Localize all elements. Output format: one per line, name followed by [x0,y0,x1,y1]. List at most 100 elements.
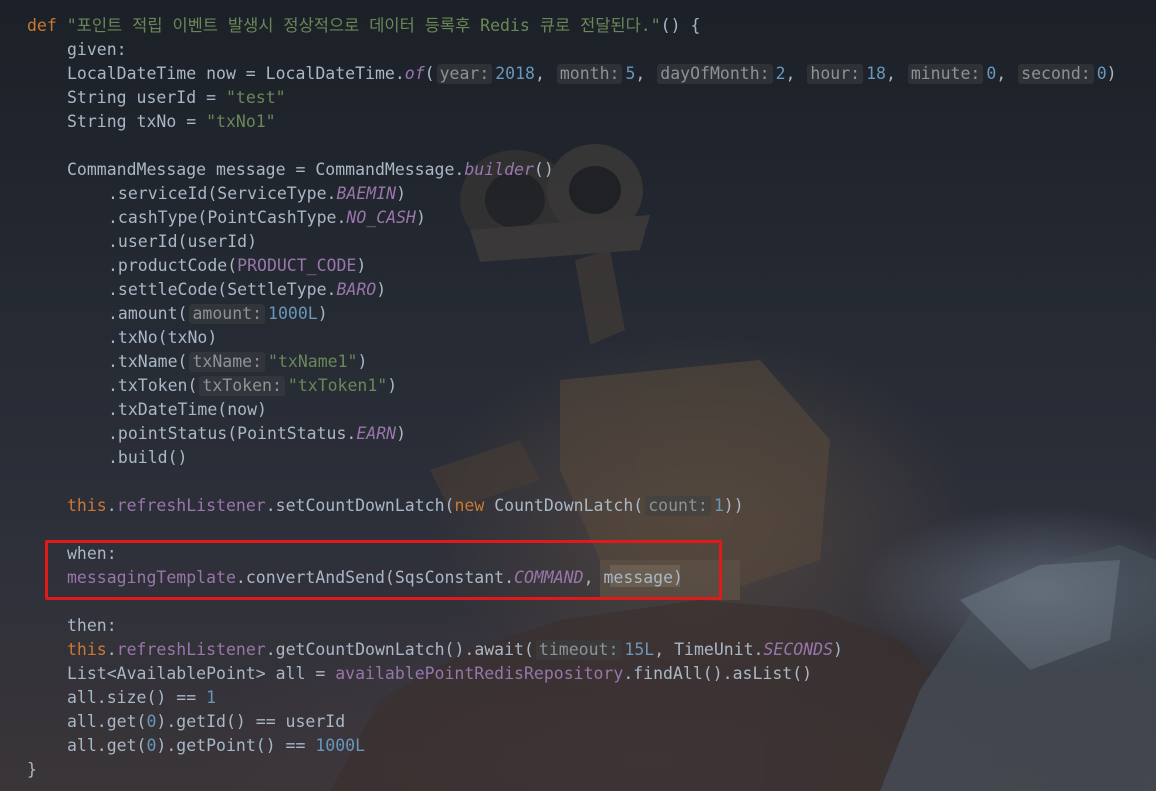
code-line-userid: String userId = "test" [67,86,286,110]
txname-call: .txName( [108,352,188,371]
txdatetime-call: .txDateTime(now) [108,400,267,419]
code-line-txno: String txNo = "txNo1" [67,110,276,134]
dot: . [106,640,117,659]
build-call: .build() [108,448,188,467]
keyword-new: new [454,496,485,515]
field-refresh-listener: refreshListener [116,496,266,515]
close-paren: ) [387,376,398,395]
set-latch-call: .setCountDownLatch( [265,496,455,515]
code-line-settlecode: .settleCode(SettleType.BARO) [108,278,386,302]
const-product-code: PRODUCT_CODE [237,256,357,275]
test-method-name: "포인트 적립 이벤트 발생시 정상적으로 데이터 등록후 Redis 큐로 전… [66,16,661,35]
value-timeout: 15L [624,640,655,659]
serviceid-call: .serviceId(ServiceType. [108,184,337,203]
value-txname: "txName1" [268,352,358,371]
value-year: 2018 [495,64,535,83]
comma: , [885,64,896,83]
const-earn: EARN [356,424,397,443]
const-seconds: SECONDS [763,640,834,659]
countdown-constructor: CountDownLatch( [484,496,644,515]
code-line-productcode: .productCode(PRODUCT_CODE) [108,254,366,278]
code-line-build: .build() [108,446,187,470]
param-hint-month: month: [556,64,623,84]
close-paren: ) [357,352,368,371]
close-paren: ) [396,424,407,443]
param-hint-txtoken: txToken: [199,376,285,396]
value-index: 0 [146,736,157,755]
param-hint-year: year: [436,64,493,84]
value-hour: 18 [866,64,886,83]
close-paren: ) [833,640,843,659]
code-line-set-latch: this.refreshListener.setCountDownLatch(n… [67,494,744,518]
keyword-this: this [67,640,107,659]
const-baemin: BAEMIN [336,184,397,203]
value-txtoken: "txToken1" [287,376,388,395]
now-declaration: LocalDateTime now = LocalDateTime. [67,64,405,83]
field-refresh-listener: refreshListener [116,640,266,659]
code-line-pointstatus: .pointStatus(PointStatus.EARN) [108,422,406,446]
close-paren: ) [396,184,407,203]
method-builder: builder [464,160,534,179]
userid-declaration: String userId = [67,88,226,107]
code-line-list: List<AvailablePoint> all = availablePoin… [67,662,812,686]
code-line-txtoken: .txToken(txToken: "txToken1") [108,374,397,398]
code-line-given: given: [67,38,127,62]
get-latch-await-call: .getCountDownLatch().await( [265,640,534,659]
comma: , [535,64,545,83]
userid-call: .userId(userId) [108,232,258,251]
dot: . [106,496,117,515]
value-month: 5 [625,64,636,83]
given-label: given: [67,40,127,59]
txno-value: "txNo1" [206,112,276,131]
value-count: 1 [713,496,724,515]
message-declaration: CommandMessage message = CommandMessage. [67,160,465,179]
param-hint-timeout: timeout: [535,640,622,660]
param-hint-second: second: [1018,64,1094,84]
const-baro: BARO [336,280,377,299]
getid-check: ).getId() == userId [156,712,346,731]
txno-call: .txNo(txNo) [108,328,218,347]
param-hint-amount: amount: [189,304,266,324]
amount-call: .amount( [108,304,188,323]
code-line-amount: .amount(amount: 1000L) [108,302,328,326]
param-hint-day: dayOfMonth: [657,64,773,84]
get-call: all.get( [67,736,147,755]
close-paren: ) [1106,64,1117,83]
code-line-size: all.size() == 1 [67,686,216,710]
parens: () [533,160,554,179]
close-paren: ) [356,256,367,275]
then-label: then: [67,616,117,635]
keyword-def: def [27,16,57,35]
param-hint-minute: minute: [907,64,984,84]
settlecode-call: .settleCode(SettleType. [108,280,337,299]
code-line-txdatetime: .txDateTime(now) [108,398,267,422]
code-line-txname: .txName(txName: "txName1") [108,350,367,374]
code-line-close: } [27,758,37,782]
double-close-paren: )) [723,496,744,515]
param-hint-hour: hour: [807,64,864,84]
productcode-call: .productCode( [108,256,238,275]
get-call: all.get( [67,712,147,731]
txno-declaration: String txNo = [67,112,207,131]
code-line-getid: all.get(0).getId() == userId [67,710,345,734]
code-editor[interactable]: def "포인트 적립 이벤트 발생시 정상적으로 데이터 등록후 Redis … [0,0,1156,791]
find-all-call: .findAll().asList() [623,664,813,683]
param-hint-count: count: [645,496,711,516]
code-line-message: CommandMessage message = CommandMessage.… [67,158,554,182]
code-line-now: LocalDateTime now = LocalDateTime.of(yea… [67,62,1117,86]
paren: ( [424,64,435,83]
pointstatus-call: .pointStatus(PointStatus. [108,424,357,443]
code-line-getpoint: all.get(0).getPoint() == 1000L [67,734,365,758]
list-declaration: List<AvailablePoint> all = [67,664,336,683]
value-size: 1 [206,688,217,707]
value-day: 2 [775,64,786,83]
keyword-this: this [67,496,107,515]
cashtype-call: .cashType(PointCashType. [108,208,347,227]
method-of: of [404,64,425,83]
code-area[interactable]: def "포인트 적립 이벤트 발생시 정상적으로 데이터 등록후 Redis … [0,0,1156,791]
value-point: 1000L [315,736,366,755]
def-open: () { [660,16,701,35]
code-line-txno-call: .txNo(txNo) [108,326,217,350]
close-paren: ) [376,280,387,299]
timeunit-ref: , TimeUnit. [654,640,764,659]
